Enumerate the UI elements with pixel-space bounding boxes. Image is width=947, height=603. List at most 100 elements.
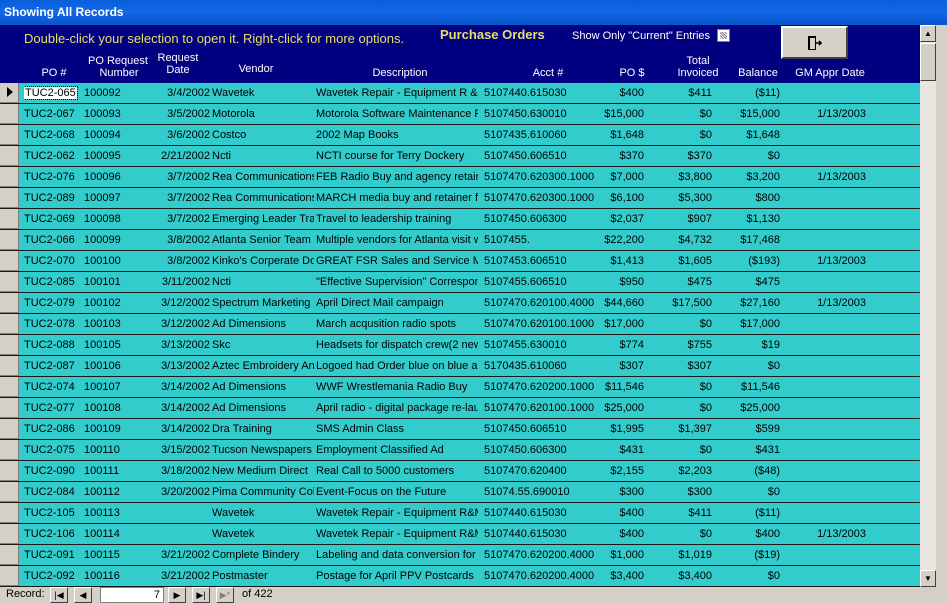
account-number-cell[interactable]: 5107455.630010 — [484, 338, 604, 352]
description-cell[interactable]: Travel to leadership training — [316, 212, 478, 226]
po-number-cell[interactable]: TUC2-105 — [24, 506, 80, 520]
vendor-cell[interactable]: Pima Community Colle — [212, 485, 314, 499]
table-row[interactable]: TUC2-079 100102 3/12/2002 Spectrum Marketin… — [0, 293, 920, 314]
gm-approval-date-cell[interactable] — [790, 191, 866, 205]
gm-approval-date-cell[interactable]: 1/13/2003 — [790, 296, 866, 310]
account-number-cell[interactable]: 5107455. — [484, 233, 604, 247]
po-number-cell[interactable]: TUC2-079 — [24, 296, 80, 310]
balance-cell[interactable]: $400 — [728, 527, 780, 541]
vendor-cell[interactable]: Ncti — [212, 275, 314, 289]
vendor-cell[interactable]: Ad Dimensions — [212, 380, 314, 394]
total-invoiced-cell[interactable]: $411 — [664, 506, 712, 520]
balance-cell[interactable]: $17,468 — [728, 233, 780, 247]
previous-record-icon[interactable]: ◀ — [74, 587, 92, 603]
balance-cell[interactable]: $599 — [728, 422, 780, 436]
record-selector[interactable] — [0, 566, 19, 586]
request-date-cell[interactable]: 3/7/2002 — [144, 170, 210, 184]
po-amount-cell[interactable]: $950 — [596, 275, 644, 289]
po-amount-cell[interactable]: $1,995 — [596, 422, 644, 436]
po-amount-cell[interactable]: $1,413 — [596, 254, 644, 268]
table-row[interactable]: TUC2-084 100112 3/20/2002 Pima Community Co… — [0, 482, 920, 503]
gm-approval-date-cell[interactable] — [790, 569, 866, 583]
record-selector[interactable] — [0, 146, 19, 166]
balance-cell[interactable]: ($11) — [728, 506, 780, 520]
balance-cell[interactable]: $17,000 — [728, 317, 780, 331]
total-invoiced-cell[interactable]: $17,500 — [664, 296, 712, 310]
vendor-cell[interactable]: Tucson Newspapers — [212, 443, 314, 457]
account-number-cell[interactable]: 5107470.620300.1000 — [484, 191, 604, 205]
vendor-cell[interactable]: Costco — [212, 128, 314, 142]
po-amount-cell[interactable]: $774 — [596, 338, 644, 352]
scroll-down-arrow-icon[interactable]: ▼ — [920, 570, 936, 587]
description-cell[interactable]: Logoed had Order blue on blue ar — [316, 359, 478, 373]
request-date-cell[interactable]: 3/21/2002 — [144, 569, 210, 583]
request-number-cell[interactable]: 100095 — [84, 149, 144, 163]
request-date-cell[interactable] — [144, 506, 210, 520]
record-selector[interactable] — [0, 335, 19, 355]
total-invoiced-cell[interactable]: $907 — [664, 212, 712, 226]
description-cell[interactable]: "Effective Supervision" Correspon — [316, 275, 478, 289]
record-selector[interactable] — [0, 356, 19, 376]
table-row[interactable]: TUC2-066 100099 3/8/2002 Atlanta Senior Tea… — [0, 230, 920, 251]
request-date-cell[interactable]: 3/12/2002 — [144, 317, 210, 331]
account-number-cell[interactable]: 5107453.606510 — [484, 254, 604, 268]
vendor-cell[interactable]: Kinko's Corperate Do — [212, 254, 314, 268]
vendor-cell[interactable]: Ad Dimensions — [212, 401, 314, 415]
account-number-cell[interactable]: 5107455.606510 — [484, 275, 604, 289]
request-number-cell[interactable]: 100115 — [84, 548, 144, 562]
request-date-cell[interactable]: 3/18/2002 — [144, 464, 210, 478]
vendor-cell[interactable]: Wavetek — [212, 527, 314, 541]
request-number-cell[interactable]: 100101 — [84, 275, 144, 289]
account-number-cell[interactable]: 5107440.615030 — [484, 506, 604, 520]
po-amount-cell[interactable]: $11,546 — [596, 380, 644, 394]
po-amount-cell[interactable]: $370 — [596, 149, 644, 163]
request-date-cell[interactable]: 2/21/2002 — [144, 149, 210, 163]
request-date-cell[interactable]: 3/21/2002 — [144, 548, 210, 562]
gm-approval-date-cell[interactable] — [790, 128, 866, 142]
description-cell[interactable]: SMS Admin Class — [316, 422, 478, 436]
account-number-cell[interactable]: 5107435.610060 — [484, 128, 604, 142]
total-invoiced-cell[interactable]: $1,019 — [664, 548, 712, 562]
account-number-cell[interactable]: 5107470.620100.1000 — [484, 317, 604, 331]
record-selector[interactable] — [0, 209, 19, 229]
request-date-cell[interactable]: 3/14/2002 — [144, 380, 210, 394]
total-invoiced-cell[interactable]: $2,203 — [664, 464, 712, 478]
po-number-cell[interactable]: TUC2-084 — [24, 485, 80, 499]
balance-cell[interactable]: $800 — [728, 191, 780, 205]
vendor-cell[interactable]: Atlanta Senior Team V — [212, 233, 314, 247]
po-number-cell[interactable]: TUC2-067 — [24, 107, 80, 121]
request-number-cell[interactable]: 100114 — [84, 527, 144, 541]
table-row[interactable]: TUC2-067 100093 3/5/2002 Motorola Motorola S… — [0, 104, 920, 125]
balance-cell[interactable]: $15,000 — [728, 107, 780, 121]
new-record-icon[interactable]: ▶* — [216, 587, 234, 603]
total-invoiced-cell[interactable]: $5,300 — [664, 191, 712, 205]
vendor-cell[interactable]: Rea Communications — [212, 170, 314, 184]
gm-approval-date-cell[interactable] — [790, 233, 866, 247]
description-cell[interactable]: Real Call to 5000 customers — [316, 464, 478, 478]
description-cell[interactable]: Headsets for dispatch crew(2 new — [316, 338, 478, 352]
request-number-cell[interactable]: 100092 — [84, 86, 144, 100]
show-current-checkbox[interactable] — [717, 29, 730, 42]
balance-cell[interactable]: $0 — [728, 149, 780, 163]
gm-approval-date-cell[interactable] — [790, 212, 866, 226]
table-row[interactable]: TUC2-075 100110 3/15/2002 Tucson Newspapers… — [0, 440, 920, 461]
vendor-cell[interactable]: Rea Communications — [212, 191, 314, 205]
table-row[interactable]: TUC2-092 100116 3/21/2002 Postmaster Postage… — [0, 566, 920, 587]
request-date-cell[interactable]: 3/6/2002 — [144, 128, 210, 142]
gm-approval-date-cell[interactable] — [790, 422, 866, 436]
table-row[interactable]: TUC2-091 100115 3/21/2002 Complete Bindery L… — [0, 545, 920, 566]
current-record-input[interactable]: 7 — [100, 587, 164, 603]
gm-approval-date-cell[interactable] — [790, 380, 866, 394]
balance-cell[interactable]: $0 — [728, 569, 780, 583]
gm-approval-date-cell[interactable] — [790, 401, 866, 415]
vendor-cell[interactable]: Ncti — [212, 149, 314, 163]
po-number-cell[interactable]: TUC2-074 — [24, 380, 80, 394]
request-date-cell[interactable]: 3/7/2002 — [144, 191, 210, 205]
description-cell[interactable]: Event-Focus on the Future — [316, 485, 478, 499]
total-invoiced-cell[interactable]: $370 — [664, 149, 712, 163]
record-selector[interactable] — [0, 545, 19, 565]
request-date-cell[interactable]: 3/8/2002 — [144, 254, 210, 268]
balance-cell[interactable]: $0 — [728, 485, 780, 499]
exit-button[interactable] — [781, 26, 848, 59]
vendor-cell[interactable]: Complete Bindery — [212, 548, 314, 562]
